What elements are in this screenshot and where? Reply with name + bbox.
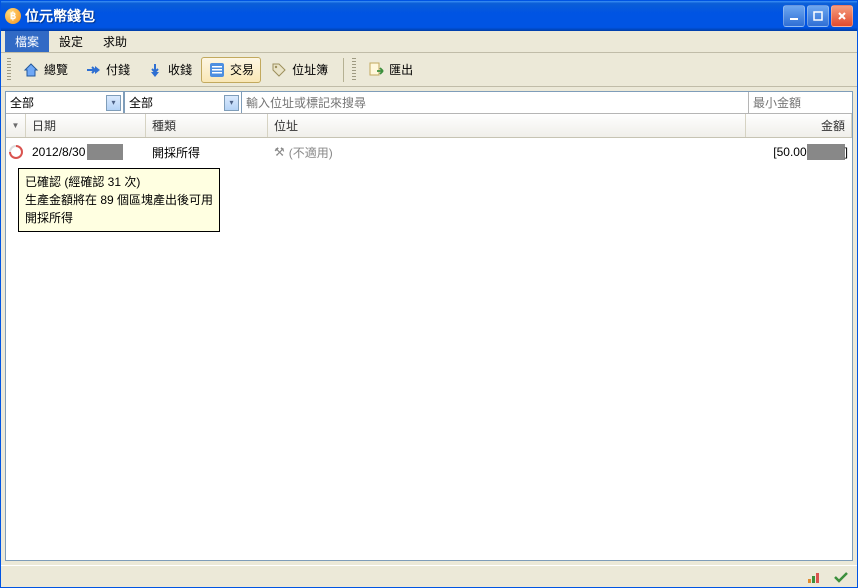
menu-file[interactable]: 檔案 bbox=[5, 31, 49, 52]
export-label: 匯出 bbox=[389, 61, 413, 78]
address-cell: ⚒ (不適用) bbox=[268, 138, 746, 166]
toolbar: 總覽 付錢 收錢 交易 位址簿 匯出 bbox=[1, 53, 857, 87]
tag-icon bbox=[270, 61, 288, 79]
list-icon bbox=[208, 61, 226, 79]
sort-desc-icon: ▼ bbox=[12, 121, 20, 130]
export-icon bbox=[367, 61, 385, 79]
receive-button[interactable]: 收錢 bbox=[139, 57, 199, 83]
min-amount-input[interactable] bbox=[748, 92, 852, 113]
overview-button[interactable]: 總覽 bbox=[15, 57, 75, 83]
menu-settings[interactable]: 設定 bbox=[49, 31, 93, 52]
app-window: ฿ 位元幣錢包 檔案 設定 求助 總覽 付錢 bbox=[0, 0, 858, 588]
send-label: 付錢 bbox=[106, 61, 130, 78]
period-value: 全部 bbox=[10, 94, 34, 111]
tooltip: 已確認 (經確認 31 次) 生產金額將在 89 個區塊產出後可用 開採所得 bbox=[18, 168, 220, 232]
home-icon bbox=[22, 61, 40, 79]
window-title: 位元幣錢包 bbox=[25, 6, 783, 26]
window-buttons bbox=[783, 5, 853, 27]
tooltip-line1: 已確認 (經確認 31 次) bbox=[25, 173, 213, 191]
tooltip-line2: 生產金額將在 89 個區塊產出後可用 bbox=[25, 191, 213, 209]
export-button[interactable]: 匯出 bbox=[360, 57, 420, 83]
close-icon bbox=[837, 11, 847, 21]
amount-suffix: ] bbox=[845, 145, 848, 159]
send-button[interactable]: 付錢 bbox=[77, 57, 137, 83]
maximize-button[interactable] bbox=[807, 5, 829, 27]
type-value: 全部 bbox=[129, 94, 153, 111]
header-type[interactable]: 種類 bbox=[146, 114, 268, 137]
table-header: ▼ 日期 種類 位址 金額 bbox=[6, 114, 852, 138]
type-combo[interactable]: 全部 ▾ bbox=[124, 92, 242, 113]
chevron-down-icon: ▾ bbox=[106, 95, 121, 111]
toolbar-grip-2 bbox=[352, 58, 356, 82]
bitcoin-icon: ฿ bbox=[5, 8, 21, 24]
signal-icon bbox=[807, 570, 823, 584]
header-address[interactable]: 位址 bbox=[268, 114, 746, 137]
maximize-icon bbox=[813, 11, 823, 21]
date-value: 2012/8/30 bbox=[32, 145, 85, 159]
minimize-icon bbox=[789, 11, 799, 21]
tooltip-line3: 開採所得 bbox=[25, 209, 213, 227]
menubar: 檔案 設定 求助 bbox=[1, 31, 857, 53]
status-bar bbox=[1, 565, 857, 587]
header-amount[interactable]: 金額 bbox=[746, 114, 852, 137]
search-input[interactable] bbox=[242, 92, 748, 113]
transactions-button[interactable]: 交易 bbox=[201, 57, 261, 83]
arrow-right-icon bbox=[84, 61, 102, 79]
close-button[interactable] bbox=[831, 5, 853, 27]
filter-bar: 全部 ▾ 全部 ▾ bbox=[6, 92, 852, 114]
type-cell: 開採所得 bbox=[146, 138, 268, 166]
chevron-down-icon: ▾ bbox=[224, 95, 239, 111]
hammer-icon: ⚒ bbox=[274, 145, 285, 159]
table-rows: 2012/8/30 開採所得 ⚒ (不適用) [50.00] 已確認 (經確認 … bbox=[6, 138, 852, 560]
status-cell bbox=[6, 138, 26, 166]
redacted-block bbox=[807, 144, 845, 160]
receive-label: 收錢 bbox=[168, 61, 192, 78]
addressbook-label: 位址簿 bbox=[292, 61, 328, 78]
header-date[interactable]: 日期 bbox=[26, 114, 146, 137]
address-value: (不適用) bbox=[289, 144, 333, 161]
period-combo[interactable]: 全部 ▾ bbox=[6, 92, 124, 113]
toolbar-separator bbox=[343, 58, 344, 82]
amount-cell: [50.00] bbox=[746, 138, 852, 166]
addressbook-button[interactable]: 位址簿 bbox=[263, 57, 335, 83]
header-sort[interactable]: ▼ bbox=[6, 114, 26, 137]
minimize-button[interactable] bbox=[783, 5, 805, 27]
titlebar: ฿ 位元幣錢包 bbox=[1, 1, 857, 31]
transactions-label: 交易 bbox=[230, 61, 254, 78]
amount-prefix: [50.00 bbox=[773, 145, 806, 159]
arrow-down-icon bbox=[146, 61, 164, 79]
content-area: 全部 ▾ 全部 ▾ ▼ 日期 種類 位址 金額 2012/8/30 開採所得 ⚒ (… bbox=[5, 91, 853, 561]
overview-label: 總覽 bbox=[44, 61, 68, 78]
check-icon bbox=[833, 570, 849, 584]
date-cell: 2012/8/30 bbox=[26, 138, 146, 166]
redacted-block bbox=[87, 144, 123, 160]
menu-help[interactable]: 求助 bbox=[93, 31, 137, 52]
toolbar-grip bbox=[7, 58, 11, 82]
table-row[interactable]: 2012/8/30 開採所得 ⚒ (不適用) [50.00] bbox=[6, 138, 852, 166]
pending-icon bbox=[9, 145, 23, 159]
